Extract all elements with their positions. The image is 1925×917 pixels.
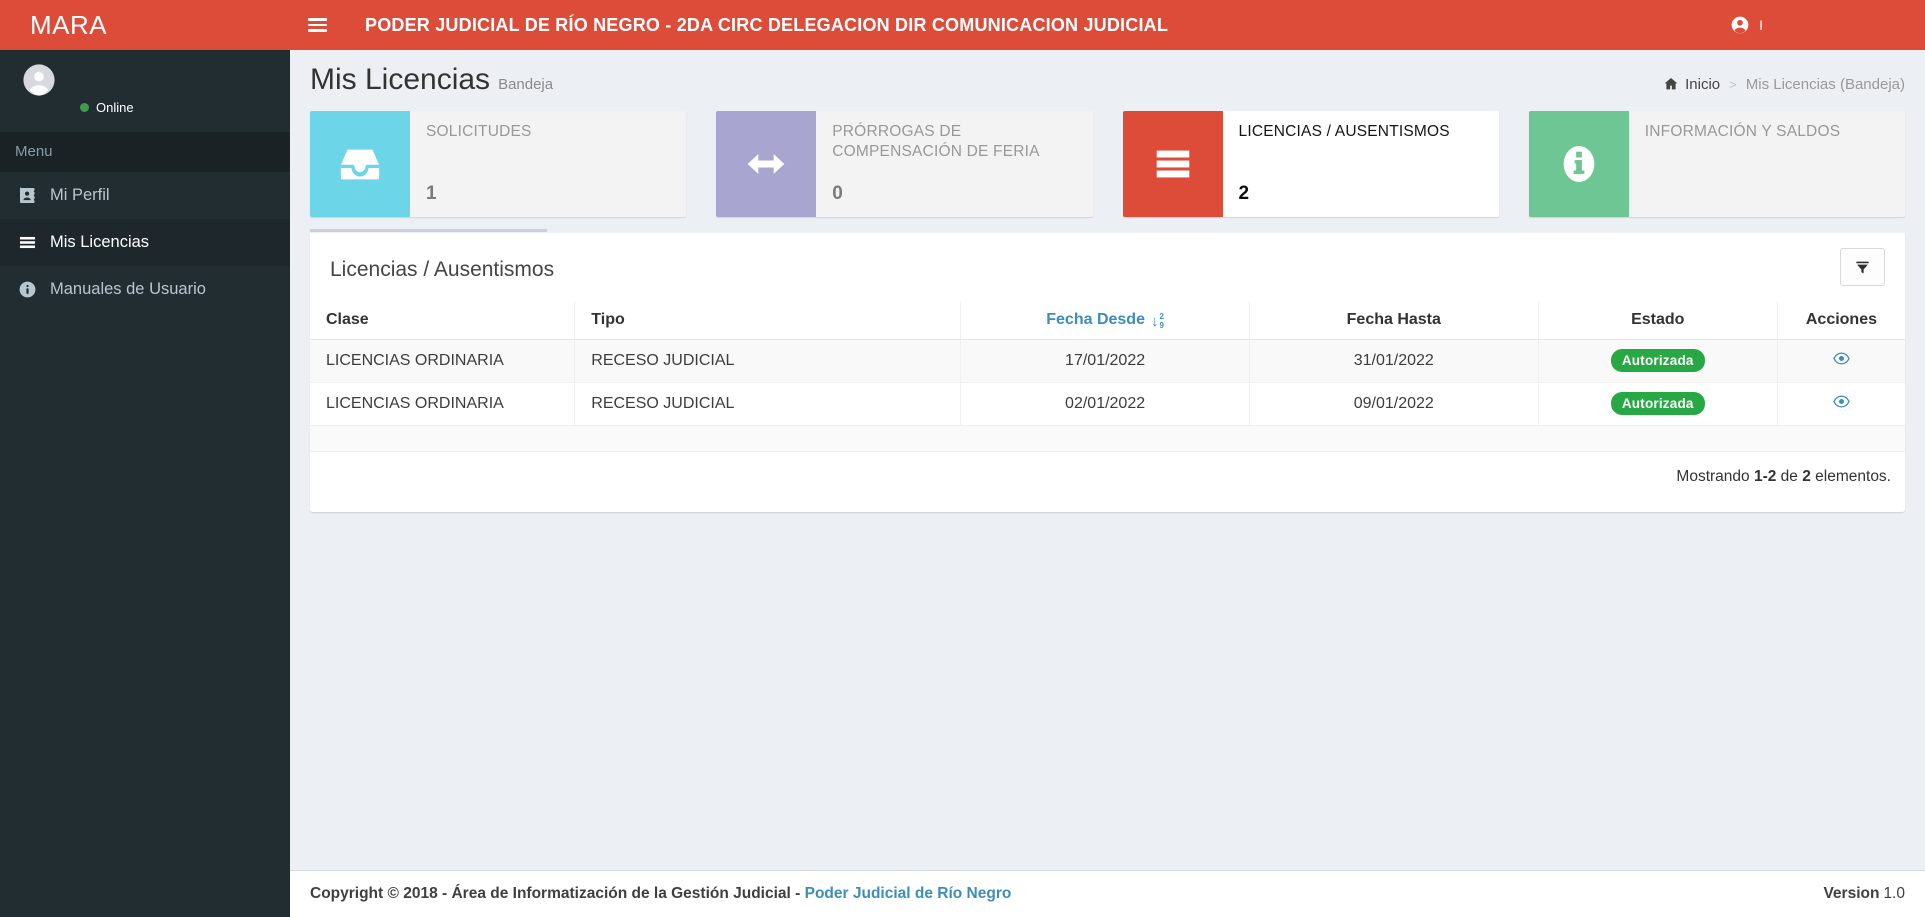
panel-title: Licencias / Ausentismos	[330, 258, 555, 281]
filter-button[interactable]	[1840, 248, 1885, 286]
cell-tipo: RECESO JUDICIAL	[574, 339, 961, 383]
info-icon	[1528, 111, 1629, 217]
info-box-value: 1	[426, 183, 437, 204]
content-area: Mis Licencias Bandeja Inicio > Mis Licenc…	[290, 50, 1925, 870]
user-circle-icon	[1730, 15, 1750, 35]
table-header-row: Clase Tipo Fecha Desde ↓ 2 9 Fecha Hasta Es…	[310, 302, 1905, 340]
info-boxes: SOLICITUDES 1 PRÓRROGAS DE COMPENSACIÓN …	[290, 97, 1925, 217]
info-box-prorrogas[interactable]: PRÓRROGAS DE COMPENSACIÓN DE FERIA 0	[716, 111, 1093, 217]
cell-clase: LICENCIAS ORDINARIA	[326, 351, 504, 369]
info-box-label: LICENCIAS / AUSENTISMOS	[1238, 123, 1450, 140]
version-value: 1.0	[1883, 885, 1905, 902]
info-box-licencias[interactable]: LICENCIAS / AUSENTISMOS 2	[1122, 111, 1499, 217]
table-row: LICENCIAS ORDINARIA RECESO JUDICIAL 17/0…	[310, 339, 1905, 383]
breadcrumb-current: Mis Licencias (Bandeja)	[1745, 75, 1905, 93]
menu-header: Menu	[0, 132, 290, 172]
top-navbar: MARA PODER JUDICIAL DE RÍO NEGRO - 2DA C…	[0, 0, 1925, 50]
inbox-icon	[310, 111, 410, 217]
online-status-label: Online	[96, 100, 134, 115]
info-box-label: INFORMACIÓN Y SALDOS	[1644, 123, 1841, 140]
funnel-icon	[1853, 258, 1872, 277]
arrows-horizontal-icon	[716, 111, 817, 217]
breadcrumb-home[interactable]: Inicio	[1663, 76, 1720, 93]
home-icon	[1663, 76, 1679, 92]
empty-row	[310, 425, 1905, 452]
status-badge: Autorizada	[1610, 349, 1705, 373]
column-header-estado: Estado	[1537, 302, 1778, 340]
eye-icon	[1832, 349, 1851, 368]
user-label: I	[1759, 17, 1763, 33]
navbar: PODER JUDICIAL DE RÍO NEGRO - 2DA CIRC D…	[290, 0, 1925, 50]
status-badge: Autorizada	[1610, 392, 1705, 416]
avatar	[22, 63, 56, 97]
sidebar-item-manuales[interactable]: Manuales de Usuario	[0, 266, 290, 313]
version-label: Version	[1823, 885, 1880, 902]
list-icon	[16, 233, 38, 252]
cell-clase: LICENCIAS ORDINARIA	[326, 394, 504, 412]
info-box-value: 2	[1238, 183, 1250, 204]
eye-icon	[1832, 392, 1851, 411]
copyright-text: Copyright © 2018 - Área de Informatizaci…	[310, 885, 801, 902]
cell-tipo: RECESO JUDICIAL	[574, 382, 961, 426]
sidebar-item-mi-perfil[interactable]: Mi Perfil	[0, 172, 290, 219]
sidebar: Online Menu Mi Perfil Mis Licencias Manu…	[0, 50, 290, 917]
user-menu[interactable]: I	[1730, 0, 1763, 50]
licencias-panel: Licencias / Ausentismos Clase Tipo Fecha…	[310, 228, 1905, 513]
footer: Copyright © 2018 - Área de Informatizaci…	[290, 870, 1925, 917]
sidebar-item-label: Mi Perfil	[50, 186, 110, 204]
user-panel: Online	[0, 50, 290, 132]
view-button[interactable]	[1832, 392, 1851, 411]
view-button[interactable]	[1832, 349, 1851, 368]
info-box-informacion[interactable]: INFORMACIÓN Y SALDOS	[1528, 111, 1905, 217]
table-row: LICENCIAS ORDINARIA RECESO JUDICIAL 02/0…	[310, 382, 1905, 426]
sidebar-item-mis-licencias[interactable]: Mis Licencias	[0, 219, 290, 266]
info-box-solicitudes[interactable]: SOLICITUDES 1	[310, 111, 687, 217]
info-box-label: SOLICITUDES	[426, 123, 532, 140]
footer-link[interactable]: Poder Judicial de Río Negro	[805, 885, 1012, 902]
page-subtitle: Bandeja	[498, 76, 554, 93]
column-header-fecha-desde[interactable]: Fecha Desde ↓ 2 9	[960, 302, 1250, 340]
results-summary: Mostrando 1-2 de 2 elementos.	[310, 451, 1905, 512]
id-card-icon	[16, 186, 38, 205]
cell-fecha-hasta: 31/01/2022	[1248, 339, 1539, 383]
sidebar-menu: Mi Perfil Mis Licencias Manuales de Usua…	[0, 172, 290, 313]
sidebar-toggle-button[interactable]	[292, 0, 343, 50]
cell-fecha-hasta: 09/01/2022	[1248, 382, 1539, 426]
list-icon	[1122, 111, 1223, 217]
column-header-tipo: Tipo	[574, 302, 961, 340]
cell-fecha-desde: 17/01/2022	[960, 339, 1250, 383]
sidebar-item-label: Mis Licencias	[50, 233, 150, 251]
header-title: PODER JUDICIAL DE RÍO NEGRO - 2DA CIRC D…	[365, 14, 1169, 35]
breadcrumb-separator: >	[1729, 76, 1737, 92]
app-logo[interactable]: MARA	[0, 0, 290, 50]
status-dot-icon	[80, 103, 89, 112]
info-box-label: PRÓRROGAS DE COMPENSACIÓN DE FERIA	[832, 123, 1040, 161]
sidebar-item-label: Manuales de Usuario	[50, 280, 206, 298]
online-status[interactable]: Online	[80, 100, 134, 115]
app-logo-text: MARA	[30, 9, 108, 40]
sort-numeric-icon: ↓ 2 9	[1150, 312, 1164, 330]
column-header-clase: Clase	[310, 302, 575, 340]
page-title: Mis Licencias	[310, 63, 491, 96]
info-box-value: 0	[832, 183, 843, 204]
licencias-table: Clase Tipo Fecha Desde ↓ 2 9 Fecha Hasta Es…	[310, 302, 1905, 452]
cell-fecha-desde: 02/01/2022	[960, 382, 1250, 426]
info-circle-icon	[16, 280, 38, 299]
column-header-fecha-hasta: Fecha Hasta	[1248, 302, 1539, 340]
breadcrumb: Inicio > Mis Licencias (Bandeja)	[1663, 76, 1905, 93]
column-header-acciones: Acciones	[1776, 302, 1905, 340]
